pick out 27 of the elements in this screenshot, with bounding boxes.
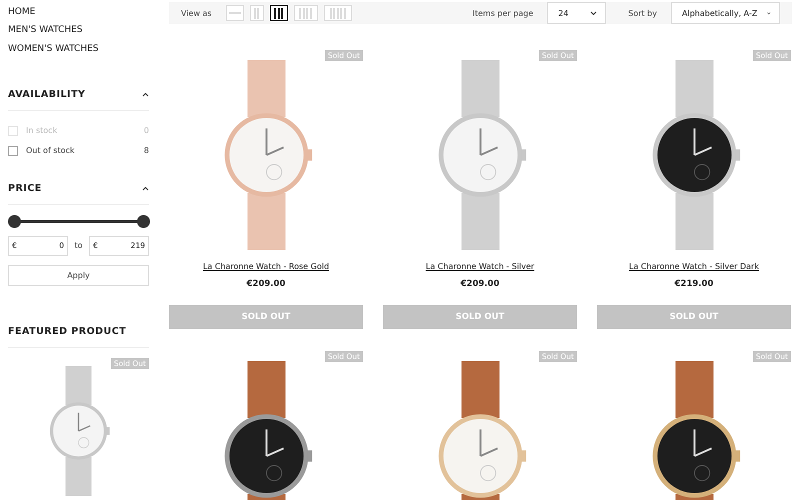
section-heading: FEATURED PRODUCT xyxy=(8,326,149,348)
price-slider[interactable] xyxy=(8,214,149,228)
product-name[interactable]: La Charonne Watch - Silver xyxy=(426,262,534,271)
product-price: €209.00 xyxy=(246,279,286,289)
nav-link[interactable]: WOMEN'S WATCHES xyxy=(8,40,149,58)
chevron-up-icon xyxy=(142,92,149,97)
sort-label: Sort by xyxy=(628,8,657,18)
product-name[interactable]: La Charonne Watch - Rose Gold xyxy=(202,262,330,271)
filter-option[interactable]: Out of stock 8 xyxy=(8,140,149,161)
product-name[interactable]: La Charonne Watch - Silver Dark xyxy=(629,262,759,271)
sort-select[interactable]: Alphabetically, A-Z xyxy=(671,2,780,24)
product-price: €209.00 xyxy=(460,279,500,289)
filter-heading[interactable]: PRICE xyxy=(8,182,149,205)
apply-button[interactable]: Apply xyxy=(8,264,149,286)
per-page-label: Items per page xyxy=(472,8,534,18)
range-separator: to xyxy=(74,241,83,250)
per-page-select[interactable]: 24 xyxy=(547,2,606,24)
nav-link[interactable]: HOME xyxy=(8,3,149,22)
nav-link[interactable]: MEN'S WATCHES xyxy=(8,21,149,40)
view-label: View as xyxy=(181,8,212,18)
filter-heading[interactable]: AVAILABILITY xyxy=(8,88,149,111)
view-toggle[interactable] xyxy=(270,5,288,21)
chevron-down-icon xyxy=(590,10,598,16)
slider-thumb[interactable] xyxy=(136,214,150,228)
product-price: €219.00 xyxy=(674,279,714,289)
chevron-up-icon xyxy=(142,186,149,191)
slider-thumb[interactable] xyxy=(8,214,20,228)
